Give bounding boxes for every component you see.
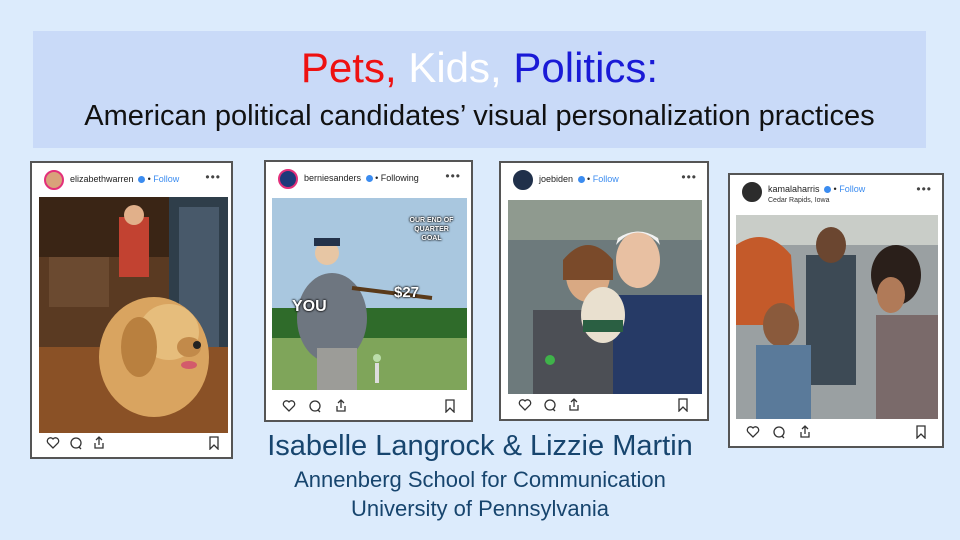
post-photo-meme: OUR END OF QUARTER GOAL YOU $27 — [272, 198, 467, 390]
post-location[interactable]: Cedar Rapids, Iowa — [768, 197, 829, 204]
avatar[interactable] — [742, 182, 762, 202]
heart-icon[interactable] — [518, 398, 532, 412]
verified-icon — [138, 176, 146, 184]
bookmark-icon[interactable] — [914, 425, 928, 439]
avatar[interactable] — [513, 170, 533, 190]
comment-icon[interactable] — [308, 399, 322, 413]
post-header: elizabethwarren • Follow ••• — [32, 163, 231, 197]
post-header: joebiden • Follow ••• — [501, 163, 707, 197]
instagram-post-warren: elizabethwarren • Follow ••• — [30, 161, 233, 459]
post-actions — [266, 394, 471, 420]
share-icon[interactable] — [92, 436, 106, 450]
avatar[interactable] — [278, 169, 298, 189]
title-word-kids: Kids, — [408, 44, 502, 91]
title-word-pets: Pets, — [300, 44, 397, 91]
title-word-politics: Politics: — [513, 44, 659, 91]
share-icon[interactable] — [334, 399, 348, 413]
comment-icon[interactable] — [772, 425, 786, 439]
following-button[interactable]: Following — [381, 173, 419, 183]
slide-subtitle: American political candidates’ visual pe… — [84, 100, 875, 132]
share-icon[interactable] — [798, 425, 812, 439]
follow-button[interactable]: Follow — [839, 184, 865, 194]
bookmark-icon[interactable] — [443, 399, 457, 413]
post-photo — [508, 200, 702, 394]
comment-icon[interactable] — [69, 436, 83, 450]
school: Annenberg School for Communication — [294, 467, 666, 492]
post-photo — [39, 197, 228, 433]
verified-icon — [577, 176, 585, 184]
verified-icon — [365, 175, 373, 183]
username[interactable]: berniesanders — [304, 173, 361, 183]
instagram-post-sanders: berniesanders • Following ••• OUR END OF… — [264, 160, 473, 422]
comment-icon[interactable] — [543, 398, 557, 412]
username[interactable]: elizabethwarren — [70, 174, 134, 184]
heart-icon[interactable] — [46, 436, 60, 450]
heart-icon[interactable] — [282, 399, 296, 413]
more-options-icon[interactable]: ••• — [681, 170, 697, 184]
more-options-icon[interactable]: ••• — [916, 182, 932, 196]
post-actions — [32, 431, 231, 457]
instagram-post-harris: kamalaharris • Follow Cedar Rapids, Iowa… — [728, 173, 944, 448]
more-options-icon[interactable]: ••• — [205, 170, 221, 184]
avatar[interactable] — [44, 170, 64, 190]
instagram-post-biden: joebiden • Follow ••• — [499, 161, 709, 421]
follow-button[interactable]: Follow — [593, 174, 619, 184]
university: University of Pennsylvania — [350, 496, 609, 521]
verified-icon — [824, 186, 832, 194]
post-photo — [736, 215, 938, 419]
meme-label-amount: $27 — [394, 284, 420, 301]
meme-caption: OUR END OF QUARTER GOAL — [409, 217, 454, 242]
title-box: Pets, Kids, Politics: American political… — [33, 31, 926, 148]
follow-button[interactable]: Follow — [153, 174, 179, 184]
post-actions — [730, 420, 942, 446]
username[interactable]: kamalaharris — [768, 184, 820, 194]
slide-title: Pets, Kids, Politics: — [33, 43, 926, 93]
authors: Isabelle Langrock & Lizzie Martin — [267, 430, 693, 462]
post-actions — [501, 393, 707, 419]
post-header: berniesanders • Following ••• — [266, 162, 471, 196]
meme-label-you: YOU — [292, 298, 327, 315]
username[interactable]: joebiden — [539, 174, 573, 184]
heart-icon[interactable] — [746, 425, 760, 439]
more-options-icon[interactable]: ••• — [445, 169, 461, 183]
post-header: kamalaharris • Follow Cedar Rapids, Iowa… — [730, 175, 942, 209]
bookmark-icon[interactable] — [676, 398, 690, 412]
bookmark-icon[interactable] — [207, 436, 221, 450]
share-icon[interactable] — [567, 398, 581, 412]
